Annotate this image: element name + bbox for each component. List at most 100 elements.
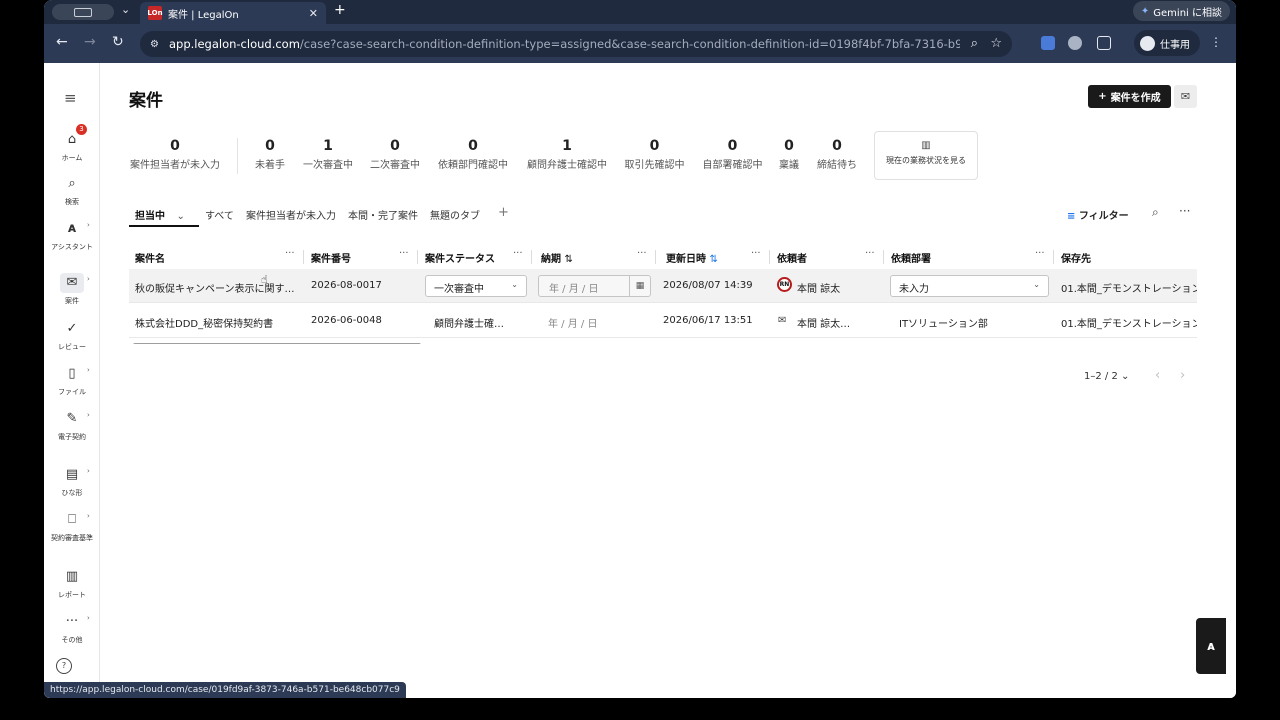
column-divider[interactable]	[417, 250, 418, 264]
mail-button[interactable]: ✉	[1174, 85, 1197, 108]
due-date-input[interactable]: 年 / 月 / 日 ▦	[538, 275, 651, 297]
view-dashboard-button[interactable]: ▥ 現在の業務状況を見る	[874, 131, 978, 180]
tab-all[interactable]: すべて	[205, 207, 234, 222]
case-name-cell[interactable]: 株式会社DDD_秘密保持契約書	[135, 315, 295, 330]
request-dept-cell[interactable]: ITソリューション部	[899, 315, 988, 330]
stat-dept-check[interactable]: 0 依頼部門確認中	[437, 138, 509, 171]
more-options-icon[interactable]: ···	[1179, 204, 1190, 218]
sidebar-item-files[interactable]: ▯ › ファイル	[44, 364, 100, 397]
stat-own-dept-check[interactable]: 0 自部署確認中	[702, 138, 763, 171]
stat-value: 0	[727, 138, 738, 154]
stat-second-review[interactable]: 0 二次審査中	[369, 138, 421, 171]
back-arrow-icon[interactable]: ←	[56, 34, 68, 50]
column-divider[interactable]	[1053, 250, 1054, 264]
profile-button[interactable]: 仕事用	[1134, 30, 1200, 56]
header-updated-at[interactable]: 更新日時 ⇅	[666, 250, 718, 265]
updated-at-cell: 2026/06/17 13:51	[663, 315, 753, 326]
horizontal-scrollbar[interactable]	[133, 343, 421, 344]
browser-menu-icon[interactable]: ⋮	[1210, 35, 1222, 49]
reload-icon[interactable]: ↻	[112, 34, 124, 50]
case-status-cell[interactable]: 顧問弁護士確…	[434, 315, 524, 330]
tab-assigned[interactable]: 担当中 ⌄	[135, 207, 185, 222]
assistant-icon: ᴀ	[67, 221, 77, 236]
header-case-number[interactable]: 案件番号	[311, 250, 351, 265]
table-row[interactable]: 株式会社DDD_秘密保持契約書 2026-06-0048 顧問弁護士確… 年 /…	[129, 304, 1197, 338]
create-case-button[interactable]: + 案件を作成	[1088, 85, 1171, 108]
tab-search-button[interactable]	[52, 4, 114, 20]
case-status-select[interactable]: 一次審査中 ⌄	[425, 275, 527, 297]
sidebar-item-cases[interactable]: ✉ › 案件	[44, 273, 100, 306]
apps-grid-icon[interactable]	[1041, 36, 1055, 50]
bookmark-star-icon[interactable]: ☆	[990, 36, 1002, 51]
due-date-cell[interactable]: 年 / 月 / 日	[548, 315, 597, 330]
column-divider[interactable]	[303, 250, 304, 264]
column-menu-icon[interactable]: ···	[637, 248, 647, 259]
column-divider[interactable]	[655, 250, 656, 264]
add-tab-icon[interactable]: +	[498, 205, 509, 220]
stat-not-started[interactable]: 0 未着手	[252, 138, 288, 171]
column-divider[interactable]	[883, 250, 884, 264]
sidebar-item-templates[interactable]: ▤ › ひな形	[44, 465, 100, 498]
column-divider[interactable]	[769, 250, 770, 264]
header-case-status[interactable]: 案件ステータス	[425, 250, 495, 265]
column-menu-icon[interactable]: ···	[865, 248, 875, 259]
header-requester[interactable]: 依頼者	[777, 250, 807, 265]
zoom-icon[interactable]: ⌕	[971, 36, 978, 51]
pagination-range[interactable]: 1–2 / 2 ⌄	[1084, 371, 1129, 382]
forward-arrow-icon[interactable]: →	[84, 34, 96, 50]
header-case-name[interactable]: 案件名	[135, 250, 165, 265]
puzzle-icon[interactable]	[1097, 36, 1111, 50]
sidebar-item-more[interactable]: ··· › その他	[44, 612, 100, 645]
location-cell[interactable]: 01.本間_デモンストレーション	[1061, 280, 1197, 295]
filter-button[interactable]: ≡ フィルター	[1067, 207, 1129, 222]
extension-icon[interactable]	[1068, 36, 1082, 50]
column-menu-icon[interactable]: ···	[751, 248, 761, 259]
stat-unassigned[interactable]: 0 案件担当者が未入力	[129, 138, 221, 171]
header-request-dept[interactable]: 依頼部署	[891, 250, 931, 265]
column-divider[interactable]	[531, 250, 532, 264]
stat-partner-check[interactable]: 0 取引先確認中	[624, 138, 685, 171]
sidebar-item-search[interactable]: ⌕ 検索	[44, 174, 100, 207]
browser-tab-active[interactable]: LOn 案件 | LegalOn ✕	[140, 2, 326, 24]
tab-list-chevron-icon[interactable]: ⌄	[121, 3, 130, 16]
header-location[interactable]: 保存先	[1061, 250, 1091, 265]
stat-divider	[237, 138, 238, 174]
calendar-icon[interactable]: ▦	[629, 276, 650, 296]
column-menu-icon[interactable]: ···	[513, 248, 523, 259]
column-menu-icon[interactable]: ···	[1035, 248, 1045, 259]
stat-value: 0	[832, 138, 842, 154]
chevron-down-icon[interactable]: ⌄	[176, 211, 184, 222]
close-tab-icon[interactable]: ✕	[309, 7, 318, 20]
stat-awaiting-signature[interactable]: 0 締結待ち	[815, 138, 859, 171]
sidebar-item-playbook[interactable]: ⎕ › 契約審査基準	[44, 510, 100, 543]
tab-unassigned[interactable]: 案件担当者が未入力	[246, 207, 336, 222]
search-icon[interactable]: ⌕	[1152, 205, 1159, 220]
prev-page-icon[interactable]: ‹	[1155, 368, 1160, 383]
request-dept-select[interactable]: 未入力 ⌄	[890, 275, 1049, 297]
column-menu-icon[interactable]: ···	[399, 248, 409, 259]
address-bar[interactable]: ⚙ app.legalon-cloud.com /case?case-searc…	[140, 31, 1012, 57]
new-tab-icon[interactable]: +	[334, 2, 346, 18]
sidebar-item-reports[interactable]: ▥ レポート	[44, 567, 100, 600]
sidebar-item-assistant[interactable]: ᴀ › アシスタント	[44, 219, 100, 252]
gemini-button[interactable]: ✦ Gemini に相談	[1132, 1, 1230, 21]
tab-untitled[interactable]: 無題のタブ	[430, 207, 480, 222]
stat-value: 0	[265, 138, 275, 154]
stat-first-review[interactable]: 1 一次審査中	[302, 138, 354, 171]
stat-approval[interactable]: 0 稟議	[778, 138, 800, 171]
column-menu-icon[interactable]: ···	[285, 248, 295, 259]
stat-counsel-check[interactable]: 1 顧問弁護士確認中	[525, 138, 609, 171]
assistant-launcher-button[interactable]: ᴀ	[1196, 618, 1226, 674]
location-cell[interactable]: 01.本間_デモンストレーション	[1061, 315, 1197, 330]
next-page-icon[interactable]: ›	[1180, 368, 1185, 383]
sidebar-item-home[interactable]: ⌂ 3 ホーム	[44, 124, 100, 163]
hamburger-menu-icon[interactable]: ≡	[64, 89, 77, 107]
support-icon[interactable]: ?	[56, 658, 72, 674]
site-settings-icon[interactable]: ⚙	[150, 39, 159, 50]
tab-honma-completed[interactable]: 本間・完了案件	[348, 207, 418, 222]
header-due-date[interactable]: 納期 ⇅	[541, 250, 573, 265]
sidebar-item-esign[interactable]: ✎ › 電子契約	[44, 409, 100, 442]
table-row[interactable]: 秋の販促キャンペーン表示に関す… 2026-08-0017 一次審査中 ⌄ 年 …	[129, 269, 1197, 303]
sidebar-item-review[interactable]: ✓ レビュー	[44, 319, 100, 352]
case-name-cell[interactable]: 秋の販促キャンペーン表示に関す…	[135, 280, 295, 295]
